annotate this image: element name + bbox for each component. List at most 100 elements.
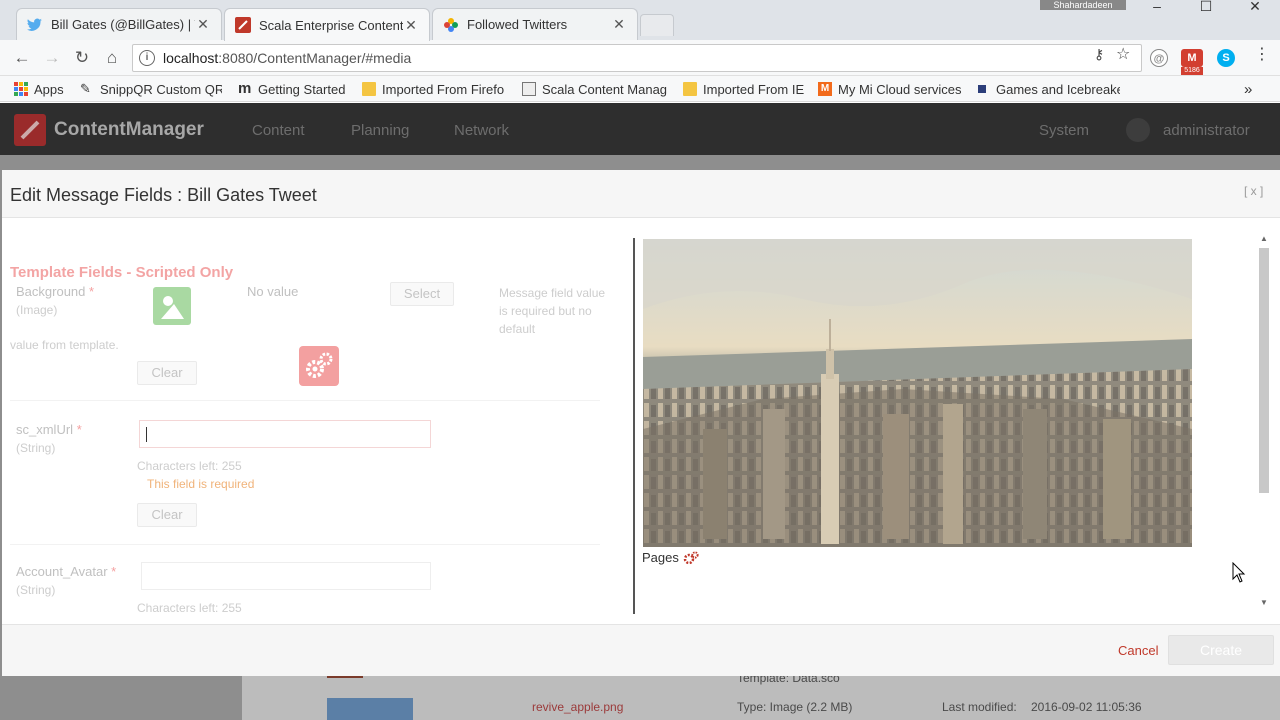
bookmark-scala-content[interactable]: Scala Content Manag (522, 80, 668, 98)
bookmark-mi-cloud[interactable]: M My Mi Cloud services (818, 80, 962, 98)
field-label-text: Account_Avatar (16, 564, 108, 579)
script-gears-icon[interactable] (299, 346, 339, 386)
required-marker: * (89, 284, 95, 299)
square-icon (978, 85, 986, 93)
avatar-chars-left: Characters left: 255 (137, 601, 242, 615)
nav-network[interactable]: Network (454, 122, 509, 139)
page-icon (522, 82, 536, 96)
tab-title: Scala Enterprise Content (259, 17, 403, 33)
key-icon[interactable]: ⚷ (1094, 46, 1104, 63)
dialog-header: Edit Message Fields : Bill Gates Tweet [… (2, 170, 1280, 218)
window-user-badge: Shahardadeen (1040, 0, 1126, 10)
media-modified-label: Last modified: (942, 700, 1017, 714)
xmlurl-error: This field is required (147, 477, 255, 491)
bookmark-label: Apps (34, 81, 64, 97)
bookmark-label: Imported From IE (703, 81, 805, 97)
bookmarks-bar: Apps ✎ SnippQR Custom QR m Getting Start… (0, 76, 1280, 102)
forward-icon[interactable]: → (42, 48, 62, 68)
apps-grid-icon (14, 82, 28, 96)
section-title: Template Fields - Scripted Only (10, 264, 234, 281)
scrollbar-thumb[interactable] (1259, 248, 1269, 493)
skype-icon[interactable]: S (1217, 49, 1235, 67)
clear-xmlurl-button[interactable]: Clear (137, 503, 197, 527)
gmail-icon[interactable]: M (1181, 49, 1203, 67)
bookmark-apps[interactable]: Apps (14, 80, 64, 98)
avatar-field-label: Account_Avatar * (16, 564, 116, 579)
nav-content[interactable]: Content (252, 122, 305, 139)
extension-at-icon[interactable]: @ (1150, 49, 1168, 67)
close-tab-icon[interactable]: ✕ (611, 16, 627, 33)
home-icon[interactable]: ⌂ (102, 48, 122, 68)
reload-icon[interactable]: ↻ (72, 48, 92, 68)
user-avatar-icon (1126, 118, 1150, 142)
bookmark-imported-ie[interactable]: Imported From IE (683, 80, 804, 98)
media-modified-value: 2016-09-02 11:05:36 (1031, 700, 1142, 714)
avatar-field-type: (String) (16, 583, 56, 597)
url-path: :8080/ContentManager/#media (218, 50, 412, 66)
bookmark-imported-firefox[interactable]: Imported From Firefo (362, 80, 510, 98)
tab-scala-enterprise[interactable]: Scala Enterprise Content ✕ (224, 8, 430, 41)
app-header: ContentManager Content Planning Network … (0, 103, 1280, 155)
user-menu[interactable]: administrator (1163, 122, 1250, 139)
template-preview-image (643, 239, 1192, 547)
cancel-button[interactable]: Cancel (1118, 643, 1158, 658)
bookmark-snippqr[interactable]: ✎ SnippQR Custom QR (80, 80, 222, 98)
info-icon[interactable]: i (139, 50, 155, 66)
m-icon: m (238, 80, 252, 97)
dialog-footer: Cancel Create (2, 624, 1280, 676)
field-label-text: sc_xmlUrl (16, 422, 74, 437)
text-caret (146, 427, 147, 442)
nav-planning[interactable]: Planning (351, 122, 409, 139)
media-filename: revive_apple.png (532, 700, 624, 714)
folder-icon (683, 82, 697, 96)
bookmark-games[interactable]: Games and Icebreake (976, 80, 1120, 98)
bookmark-label: Games and Icebreake (996, 81, 1120, 97)
scroll-up-icon[interactable]: ▲ (1258, 234, 1270, 243)
scala-icon (235, 17, 251, 33)
bookmark-star-icon[interactable]: ☆ (1116, 44, 1130, 64)
tab-title: Followed Twitters (467, 17, 568, 32)
dialog-title: Edit Message Fields : Bill Gates Tweet (10, 185, 317, 205)
tab-title: Bill Gates (@BillGates) | T (51, 17, 195, 32)
url-host: localhost (163, 50, 219, 66)
back-icon[interactable]: ← (12, 48, 32, 68)
xmlurl-input[interactable] (139, 420, 431, 448)
address-bar[interactable]: i localhost:8080/ContentManager/#media (132, 44, 1142, 72)
close-window-icon[interactable]: ✕ (1232, 0, 1278, 14)
maximize-icon[interactable]: ☐ (1183, 0, 1229, 14)
create-button[interactable]: Create (1168, 635, 1274, 665)
background-field-type: (Image) (16, 303, 58, 317)
xmlurl-field-label: sc_xmlUrl * (16, 422, 82, 437)
new-tab-button[interactable] (640, 14, 674, 36)
tab-bill-gates[interactable]: Bill Gates (@BillGates) | T ✕ (16, 8, 222, 40)
minimize-icon[interactable]: – (1134, 0, 1180, 14)
dialog-close-button[interactable]: [ x ] (1244, 184, 1263, 198)
background-field-label: Background * (16, 284, 94, 299)
pages-label: Pages (642, 550, 699, 565)
gmail-badge: 5186 (1181, 67, 1203, 75)
app-name: ContentManager (54, 119, 204, 140)
field-label-text: Background (16, 284, 86, 299)
nav-system[interactable]: System (1039, 122, 1089, 139)
bookmarks-overflow-button[interactable]: » (1244, 80, 1252, 98)
browser-toolbar: ← → ↻ ⌂ i localhost:8080/ContentManager/… (0, 40, 1280, 76)
close-tab-icon[interactable]: ✕ (403, 17, 419, 34)
select-button[interactable]: Select (390, 282, 454, 306)
snipp-icon: ✎ (80, 81, 91, 96)
panel-divider (633, 238, 635, 614)
field-separator (10, 544, 600, 545)
scroll-down-icon[interactable]: ▼ (1258, 598, 1270, 607)
menu-icon[interactable]: ⋮ (1254, 44, 1270, 64)
edit-message-fields-dialog: Edit Message Fields : Bill Gates Tweet [… (2, 170, 1280, 676)
folder-icon (362, 82, 376, 96)
close-tab-icon[interactable]: ✕ (195, 16, 211, 33)
contentmanager-logo-icon (14, 114, 46, 146)
pages-text: Pages (642, 550, 679, 565)
media-thumbnail (327, 698, 413, 720)
pages-gears-icon[interactable] (683, 550, 699, 565)
clear-background-button[interactable]: Clear (137, 361, 197, 385)
bookmark-label: Getting Started (258, 81, 346, 97)
tab-followed-twitters[interactable]: Followed Twitters ✕ (432, 8, 638, 40)
avatar-input[interactable] (141, 562, 431, 590)
bookmark-getting-started[interactable]: m Getting Started (238, 80, 345, 98)
